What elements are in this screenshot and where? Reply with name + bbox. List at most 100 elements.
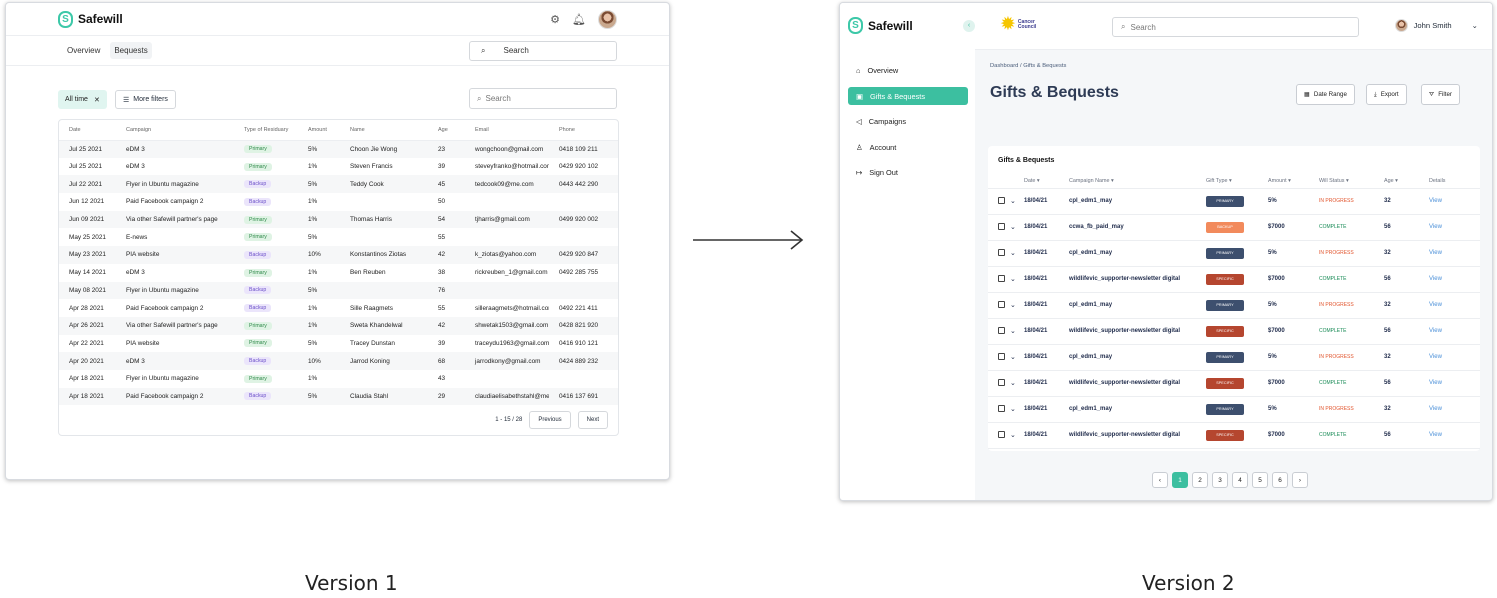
table-row[interactable]: Apr 26 2021 Via other Safewill partner's … bbox=[59, 316, 618, 335]
column-header[interactable]: Age ▾ bbox=[1384, 174, 1429, 189]
table-row[interactable]: Jun 09 2021 Via other Safewill partner's … bbox=[59, 210, 618, 229]
row-checkbox[interactable] bbox=[998, 249, 1005, 257]
next-button[interactable]: Next bbox=[577, 411, 608, 429]
filter-chip-all-time[interactable]: All time ✕ bbox=[58, 90, 107, 109]
chevron-down-icon[interactable]: ⌄ bbox=[1010, 250, 1016, 257]
table-row[interactable]: Jun 12 2021 Paid Facebook campaign 2 Backu… bbox=[59, 193, 618, 211]
chevron-down-icon[interactable]: ⌄ bbox=[1010, 432, 1016, 439]
table-row[interactable]: ⌄ 18/04/21 ccwa_fb_paid_may BACKUP $7000 COMP… bbox=[988, 214, 1480, 241]
v1-brand[interactable]: S Safewill bbox=[58, 10, 123, 28]
column-header[interactable]: Campaign bbox=[116, 120, 234, 141]
view-link[interactable]: View bbox=[1429, 224, 1442, 230]
table-row[interactable]: Apr 18 2021 Paid Facebook campaign 2 Backu… bbox=[59, 387, 618, 406]
prev-page-button[interactable]: ‹ bbox=[1152, 472, 1168, 488]
chevron-down-icon[interactable]: ⌄ bbox=[1010, 276, 1016, 283]
view-link[interactable]: View bbox=[1429, 380, 1442, 386]
view-link[interactable]: View bbox=[1429, 302, 1442, 308]
collapse-sidebar-icon[interactable]: ‹ bbox=[963, 20, 975, 32]
gear-icon[interactable]: ⚙ bbox=[550, 13, 560, 26]
chevron-down-icon[interactable]: ⌄ bbox=[1010, 302, 1016, 309]
table-row[interactable]: Jul 25 2021 eDM 3 Primary 5% Choon Jie Wong 2… bbox=[59, 140, 618, 158]
table-row[interactable]: ⌄ 18/04/21 cpl_edm1_may PRIMARY 5% IN PROGRES… bbox=[988, 344, 1480, 371]
row-checkbox[interactable] bbox=[998, 353, 1005, 361]
table-row[interactable]: ⌄ 18/04/21 wildlifevic_supporter-newslette… bbox=[988, 370, 1480, 397]
row-checkbox[interactable] bbox=[998, 379, 1005, 387]
v2-brand[interactable]: S Safewill bbox=[848, 17, 913, 34]
chevron-down-icon[interactable]: ⌄ bbox=[1010, 380, 1016, 387]
sidebar-item-sign-out[interactable]: ↦ Sign Out bbox=[848, 163, 968, 181]
breadcrumb[interactable]: Dashboard / Gifts & Bequests bbox=[990, 63, 1066, 69]
v1-table-search-input[interactable]: ⌕ Search bbox=[469, 88, 617, 109]
view-link[interactable]: View bbox=[1429, 198, 1442, 204]
column-header[interactable]: Date bbox=[59, 120, 116, 141]
export-button[interactable]: ⤓ Export bbox=[1366, 84, 1407, 105]
tab-overview[interactable]: Overview bbox=[63, 42, 104, 59]
table-cell: 55 bbox=[438, 233, 446, 241]
chevron-down-icon[interactable]: ⌄ bbox=[1010, 198, 1016, 205]
sidebar-item-account[interactable]: ♙ Account bbox=[848, 138, 968, 156]
view-link[interactable]: View bbox=[1429, 250, 1442, 256]
avatar[interactable] bbox=[598, 10, 617, 29]
page-button[interactable]: 3 bbox=[1212, 472, 1228, 488]
view-link[interactable]: View bbox=[1429, 432, 1442, 438]
column-header[interactable]: Gift Type ▾ bbox=[1206, 174, 1268, 189]
table-row[interactable]: May 08 2021 Flyer in Ubuntu magazine Backu… bbox=[59, 281, 618, 300]
previous-button[interactable]: Previous bbox=[529, 411, 571, 429]
table-row[interactable]: May 23 2021 PIA website Backup 10% Konstanti… bbox=[59, 246, 618, 264]
view-link[interactable]: View bbox=[1429, 328, 1442, 334]
table-row[interactable]: Apr 22 2021 PIA website Primary 5% Tracey Du… bbox=[59, 335, 618, 353]
tab-bequests[interactable]: Bequests bbox=[110, 42, 152, 59]
chevron-down-icon[interactable]: ⌄ bbox=[1010, 354, 1016, 361]
page-button[interactable]: 2 bbox=[1192, 472, 1208, 488]
page-button[interactable]: 5 bbox=[1252, 472, 1268, 488]
chevron-down-icon[interactable]: ⌄ bbox=[1010, 328, 1016, 335]
page-button[interactable]: 6 bbox=[1272, 472, 1288, 488]
view-link[interactable]: View bbox=[1429, 276, 1442, 282]
column-header[interactable]: Amount ▾ bbox=[1268, 174, 1319, 189]
table-row[interactable]: ⌄ 18/04/21 cpl_edm1_may PRIMARY 5% IN PROGRES… bbox=[988, 188, 1480, 215]
table-row[interactable]: Apr 20 2021 eDM 3 Backup 10% Jarrod Koning 68… bbox=[59, 352, 618, 370]
date-range-button[interactable]: ▦ Date Range bbox=[1296, 84, 1355, 105]
row-checkbox[interactable] bbox=[998, 275, 1005, 283]
page-button[interactable]: 4 bbox=[1232, 472, 1248, 488]
more-filters-button[interactable]: ☰ More filters bbox=[115, 90, 176, 109]
sidebar-item-gifts-bequests[interactable]: ▣ Gifts & Bequests bbox=[848, 87, 968, 105]
row-checkbox[interactable] bbox=[998, 431, 1005, 439]
chevron-down-icon[interactable]: ⌄ bbox=[1010, 224, 1016, 231]
close-icon[interactable]: ✕ bbox=[94, 96, 100, 104]
chevron-down-icon[interactable]: ⌄ bbox=[1010, 406, 1016, 413]
row-checkbox[interactable] bbox=[998, 327, 1005, 335]
bell-icon[interactable]: 🔔︎ bbox=[572, 13, 586, 26]
table-row[interactable]: ⌄ 18/04/21 wildlifevic_supporter-newslette… bbox=[988, 266, 1480, 293]
row-checkbox[interactable] bbox=[998, 301, 1005, 309]
v1-header-search-input[interactable]: ⌕ Search bbox=[469, 40, 617, 61]
row-checkbox[interactable] bbox=[998, 405, 1005, 413]
table-row[interactable]: May 25 2021 E-news Primary 5% 55 bbox=[59, 228, 618, 246]
table-row[interactable]: May 14 2021 eDM 3 Primary 1% Ben Reuben 38 ric… bbox=[59, 264, 618, 282]
column-header: Age bbox=[428, 120, 465, 141]
next-page-button[interactable]: › bbox=[1292, 472, 1308, 488]
user-menu[interactable]: John Smith ⌄ bbox=[1394, 19, 1478, 32]
table-row[interactable]: ⌄ 18/04/21 wildlifevic_supporter-newslette… bbox=[988, 422, 1480, 449]
filter-button[interactable]: ⛛ Filter bbox=[1421, 84, 1460, 105]
page-button[interactable]: 1 bbox=[1172, 472, 1188, 488]
column-header[interactable]: Date ▾ bbox=[1024, 174, 1069, 189]
table-row[interactable]: Jul 25 2021 eDM 3 Primary 1% Steven Francis 3… bbox=[59, 158, 618, 176]
table-row[interactable]: Apr 18 2021 Flyer in Ubuntu magazine Prima… bbox=[59, 370, 618, 388]
table-row[interactable]: ⌄ 18/04/21 cpl_edm1_may PRIMARY 5% IN PROGRES… bbox=[988, 240, 1480, 267]
table-row[interactable]: ⌄ 18/04/21 wildlifevic_supporter-newslette… bbox=[988, 318, 1480, 345]
column-header[interactable]: Will Status ▾ bbox=[1319, 174, 1384, 189]
table-cell: View bbox=[1429, 396, 1480, 423]
table-row[interactable]: Apr 28 2021 Paid Facebook campaign 2 Backu… bbox=[59, 299, 618, 317]
table-row[interactable]: ⌄ 18/04/21 cpl_edm1_may PRIMARY 5% IN PROGRES… bbox=[988, 292, 1480, 319]
column-header[interactable]: Campaign Name ▾ bbox=[1069, 174, 1206, 189]
sidebar-item-campaigns[interactable]: ◁ Campaigns bbox=[848, 112, 968, 130]
table-row[interactable]: ⌄ 18/04/21 cpl_edm1_may PRIMARY 5% IN PROGRES… bbox=[988, 396, 1480, 423]
sidebar-item-overview[interactable]: ⌂ Overview bbox=[848, 61, 968, 79]
view-link[interactable]: View bbox=[1429, 406, 1442, 412]
row-checkbox[interactable] bbox=[998, 197, 1005, 205]
v2-search-input[interactable]: ⌕ Search bbox=[1112, 17, 1359, 37]
row-checkbox[interactable] bbox=[998, 223, 1005, 231]
view-link[interactable]: View bbox=[1429, 354, 1442, 360]
table-row[interactable]: Jul 22 2021 Flyer in Ubuntu magazine Backu… bbox=[59, 175, 618, 194]
